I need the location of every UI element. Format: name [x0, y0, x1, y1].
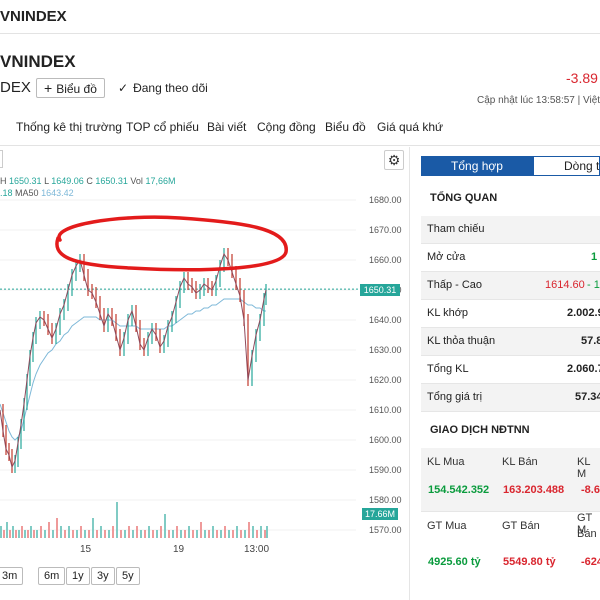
plus-icon: +	[44, 80, 53, 96]
last-price-tag: 1650.31	[360, 284, 400, 296]
chart-button[interactable]: + Biểu đồ	[36, 78, 105, 98]
index-code: DEX	[0, 79, 31, 96]
index-name: VNINDEX	[0, 52, 76, 71]
ohlc-legend: H 1650.31 L 1649.06 C 1650.31 Vol 17,66M	[0, 176, 176, 186]
overview-row: Tham chiếu	[421, 216, 600, 244]
tab-money-flow[interactable]: Dòng ti	[533, 156, 600, 176]
top-bar: VNINDEX	[0, 0, 600, 34]
y-tick-label: 1600.00	[369, 435, 402, 445]
overview-row: Thấp - Cao 1614.60 - 1	[421, 272, 600, 300]
overview-title: TỔNG QUAN	[430, 192, 498, 204]
tab-articles[interactable]: Bài viết	[207, 120, 246, 134]
overview-row: Tổng KL 2.060.7	[421, 356, 600, 384]
foreign-header: KL Bán	[502, 456, 538, 468]
overview-row: KL khớp 2.002.9	[421, 300, 600, 328]
updated-time: Cập nhật lúc 13:58:57 | Việt N	[477, 95, 600, 106]
foreign-value: 154.542.352	[428, 484, 490, 496]
following-toggle[interactable]: ✓ Đang theo dõi	[118, 81, 208, 95]
overview-row: KL thỏa thuận 57.8	[421, 328, 600, 356]
y-tick-label: 1610.00	[369, 405, 402, 415]
checkmark-icon: ✓	[118, 81, 129, 95]
y-tick-label: 1580.00	[369, 495, 402, 505]
stock-header: VNINDEX DEX + Biểu đồ ✓ Đang theo dõi -3.8…	[0, 34, 600, 110]
range-1y-button[interactable]: 1y	[66, 567, 90, 585]
foreign-header: GT Bán	[502, 520, 540, 532]
range-3m-button[interactable]: 3m	[0, 567, 24, 585]
y-tick-label: 1630.00	[369, 345, 402, 355]
tab-market-stats[interactable]: Thống kê thị trường	[16, 120, 122, 134]
y-tick-label: 1660.00	[369, 255, 402, 265]
nav-tabs: Thống kê thị trường TOP cổ phiếu Bài viế…	[0, 110, 600, 146]
range-5y-button[interactable]: 5y	[116, 567, 140, 585]
range-3y-button[interactable]: 3y	[91, 567, 115, 585]
foreign-header: Bán	[577, 528, 597, 540]
gear-icon[interactable]: ⚙	[384, 150, 404, 170]
range-6m-button[interactable]: 6m	[38, 567, 66, 585]
chart-button-label: Biểu đồ	[56, 82, 97, 96]
foreign-header: GT Mua	[427, 520, 467, 532]
tab-chart[interactable]: Biểu đồ	[325, 120, 366, 134]
foreign-header: KL M	[577, 456, 591, 480]
foreign-trade-title: GIAO DỊCH NĐTNN	[430, 424, 530, 436]
y-tick-label: 1640.00	[369, 315, 402, 325]
foreign-value: 4925.60 tỷ	[428, 556, 481, 568]
chart-toolbar-stub[interactable]	[0, 150, 3, 168]
y-tick-label: 1570.00	[369, 525, 402, 535]
ma-legend: .18 MA50 1643.42	[0, 188, 74, 198]
y-tick-label: 1620.00	[369, 375, 402, 385]
y-tick-label: 1680.00	[369, 195, 402, 205]
foreign-value: 5549.80 tỷ	[503, 556, 556, 568]
x-tick-label: 13:00	[244, 544, 270, 555]
tab-history[interactable]: Giá quá khứ	[377, 120, 443, 134]
foreign-value: -624	[581, 556, 600, 568]
overview-row: Tổng giá trị 57.34	[421, 384, 600, 412]
x-tick-label: 19	[173, 544, 185, 555]
foreign-header: KL Mua	[427, 456, 465, 468]
y-tick-label: 1590.00	[369, 465, 402, 475]
tab-summary[interactable]: Tổng hợp	[421, 156, 533, 176]
x-tick-label: 15	[80, 544, 92, 555]
app-title: VNINDEX	[0, 8, 67, 25]
tab-top-stocks[interactable]: TOP cổ phiếu	[126, 120, 199, 134]
foreign-value: -8.66	[581, 484, 600, 496]
foreign-value: 163.203.488	[503, 484, 565, 496]
overview-row: Mở cửa 1	[421, 244, 600, 272]
following-label: Đang theo dõi	[133, 81, 208, 95]
price-change: -3.89	[566, 70, 598, 86]
chart-panel	[0, 147, 410, 600]
tab-community[interactable]: Cộng đồng	[257, 120, 316, 134]
y-tick-label: 1670.00	[369, 225, 402, 235]
volume-tag: 17.66M	[362, 508, 398, 520]
